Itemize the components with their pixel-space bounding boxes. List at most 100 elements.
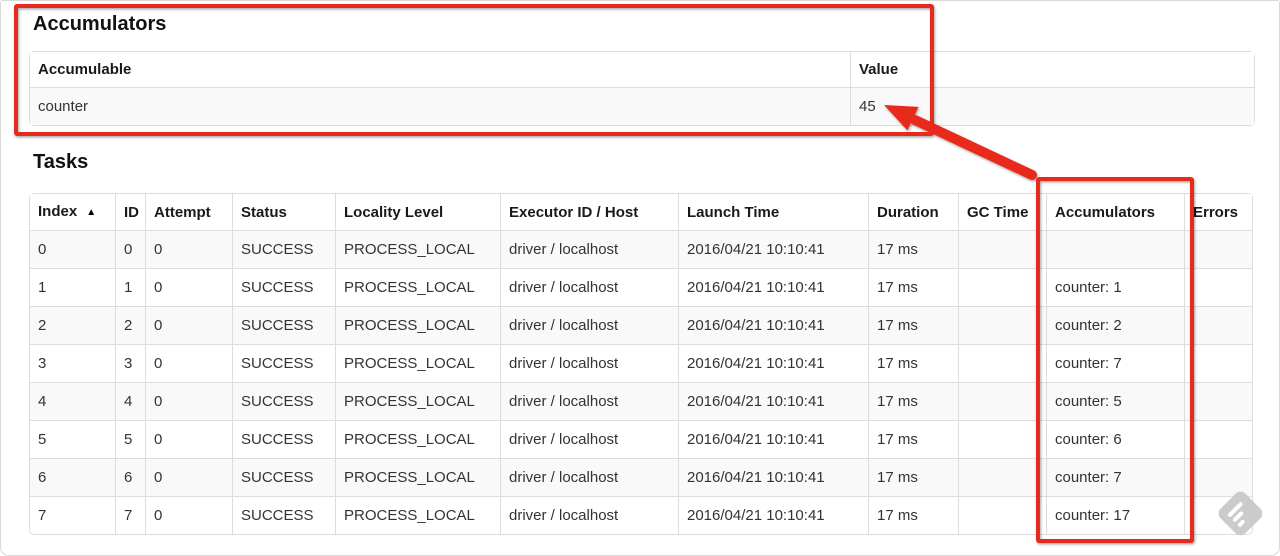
task-cell-launch: 2016/04/21 10:10:41 [678, 344, 868, 382]
task-cell-attempt: 0 [145, 306, 232, 344]
task-row: 3 3 0 SUCCESS PROCESS_LOCAL driver / localhos… [30, 344, 1252, 382]
task-cell-accumulators: counter: 7 [1046, 344, 1184, 382]
task-cell-attempt: 0 [145, 420, 232, 458]
column-header-accumulators[interactable]: Accumulators [1046, 194, 1184, 230]
task-cell-attempt: 0 [145, 382, 232, 420]
column-header-id[interactable]: ID [115, 194, 145, 230]
task-cell-id: 6 [115, 458, 145, 496]
task-row: 0 0 0 SUCCESS PROCESS_LOCAL driver / localhos… [30, 230, 1252, 268]
task-cell-executor: driver / localhost [500, 344, 678, 382]
task-cell-id: 7 [115, 496, 145, 534]
column-header-index[interactable]: Index ▲ [30, 194, 115, 230]
task-cell-id: 1 [115, 268, 145, 306]
task-cell-attempt: 0 [145, 268, 232, 306]
column-header-value[interactable]: Value [850, 52, 1254, 87]
task-cell-index: 6 [30, 458, 115, 496]
task-cell-gc [958, 344, 1046, 382]
task-cell-executor: driver / localhost [500, 382, 678, 420]
task-cell-errors [1184, 344, 1252, 382]
task-cell-duration: 17 ms [868, 382, 958, 420]
task-cell-gc [958, 382, 1046, 420]
task-cell-accumulators: counter: 17 [1046, 496, 1184, 534]
column-header-index-label: Index [38, 203, 78, 220]
task-cell-errors [1184, 420, 1252, 458]
task-cell-launch: 2016/04/21 10:10:41 [678, 382, 868, 420]
task-cell-status: SUCCESS [232, 230, 335, 268]
task-cell-locality: PROCESS_LOCAL [335, 268, 500, 306]
accumulable-value-cell: 45 [850, 87, 1254, 125]
task-cell-status: SUCCESS [232, 458, 335, 496]
task-cell-errors [1184, 268, 1252, 306]
task-cell-accumulators: counter: 5 [1046, 382, 1184, 420]
task-cell-id: 5 [115, 420, 145, 458]
task-row: 5 5 0 SUCCESS PROCESS_LOCAL driver / localhos… [30, 420, 1252, 458]
task-row: 4 4 0 SUCCESS PROCESS_LOCAL driver / localhos… [30, 382, 1252, 420]
page-frame: Accumulators Accumulable Value counter 4… [0, 0, 1280, 556]
column-header-gc-time[interactable]: GC Time [958, 194, 1046, 230]
task-cell-index: 1 [30, 268, 115, 306]
task-cell-attempt: 0 [145, 344, 232, 382]
task-cell-launch: 2016/04/21 10:10:41 [678, 306, 868, 344]
column-header-launch-time[interactable]: Launch Time [678, 194, 868, 230]
column-header-executor[interactable]: Executor ID / Host [500, 194, 678, 230]
task-cell-locality: PROCESS_LOCAL [335, 496, 500, 534]
task-cell-id: 4 [115, 382, 145, 420]
task-cell-executor: driver / localhost [500, 458, 678, 496]
task-cell-id: 0 [115, 230, 145, 268]
task-cell-locality: PROCESS_LOCAL [335, 420, 500, 458]
task-cell-gc [958, 420, 1046, 458]
task-cell-status: SUCCESS [232, 344, 335, 382]
task-cell-launch: 2016/04/21 10:10:41 [678, 420, 868, 458]
task-cell-index: 4 [30, 382, 115, 420]
task-cell-errors [1184, 382, 1252, 420]
column-header-errors[interactable]: Errors [1184, 194, 1252, 230]
task-cell-index: 0 [30, 230, 115, 268]
task-cell-index: 5 [30, 420, 115, 458]
task-cell-locality: PROCESS_LOCAL [335, 344, 500, 382]
task-cell-gc [958, 458, 1046, 496]
task-cell-errors [1184, 458, 1252, 496]
task-cell-accumulators: counter: 1 [1046, 268, 1184, 306]
task-row: 7 7 0 SUCCESS PROCESS_LOCAL driver / localhos… [30, 496, 1252, 534]
column-header-locality-level[interactable]: Locality Level [335, 194, 500, 230]
task-cell-index: 7 [30, 496, 115, 534]
task-cell-executor: driver / localhost [500, 230, 678, 268]
task-cell-gc [958, 268, 1046, 306]
task-cell-duration: 17 ms [868, 458, 958, 496]
task-cell-gc [958, 496, 1046, 534]
task-cell-status: SUCCESS [232, 420, 335, 458]
task-cell-locality: PROCESS_LOCAL [335, 230, 500, 268]
task-cell-id: 2 [115, 306, 145, 344]
accumulators-section-title: Accumulators [33, 13, 167, 35]
task-row: 6 6 0 SUCCESS PROCESS_LOCAL driver / localhos… [30, 458, 1252, 496]
tasks-header-row: Index ▲ ID Attempt Status Locality Level … [30, 194, 1252, 230]
watermark-stripe [1236, 518, 1246, 528]
task-cell-executor: driver / localhost [500, 496, 678, 534]
accumulators-header-row: Accumulable Value [30, 52, 1254, 87]
task-cell-attempt: 0 [145, 458, 232, 496]
column-header-attempt[interactable]: Attempt [145, 194, 232, 230]
column-header-status[interactable]: Status [232, 194, 335, 230]
task-cell-index: 3 [30, 344, 115, 382]
task-cell-index: 2 [30, 306, 115, 344]
task-cell-gc [958, 230, 1046, 268]
sort-ascending-icon: ▲ [86, 207, 97, 218]
accumulators-table: Accumulable Value counter 45 [29, 51, 1255, 126]
task-cell-duration: 17 ms [868, 344, 958, 382]
accumulable-name-cell: counter [30, 87, 850, 125]
task-cell-gc [958, 306, 1046, 344]
task-row: 2 2 0 SUCCESS PROCESS_LOCAL driver / localhos… [30, 306, 1252, 344]
task-row: 1 1 0 SUCCESS PROCESS_LOCAL driver / localhos… [30, 268, 1252, 306]
column-header-duration[interactable]: Duration [868, 194, 958, 230]
task-cell-launch: 2016/04/21 10:10:41 [678, 458, 868, 496]
task-cell-executor: driver / localhost [500, 420, 678, 458]
task-cell-accumulators: counter: 7 [1046, 458, 1184, 496]
task-cell-duration: 17 ms [868, 496, 958, 534]
column-header-accumulable[interactable]: Accumulable [30, 52, 850, 87]
task-cell-status: SUCCESS [232, 306, 335, 344]
task-cell-attempt: 0 [145, 230, 232, 268]
task-cell-status: SUCCESS [232, 268, 335, 306]
task-cell-launch: 2016/04/21 10:10:41 [678, 496, 868, 534]
task-cell-errors [1184, 306, 1252, 344]
task-cell-executor: driver / localhost [500, 306, 678, 344]
